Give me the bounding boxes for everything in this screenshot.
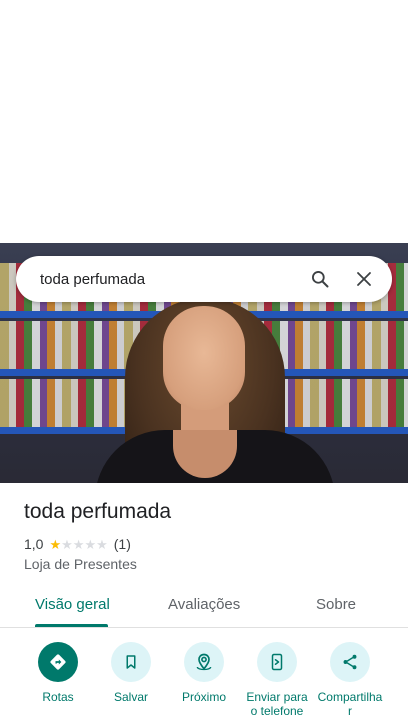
active-tab-indicator <box>35 624 108 627</box>
search-icon[interactable] <box>300 259 340 299</box>
rating-row[interactable]: 1,0 ★ ★ ★ ★ ★ (1) <box>24 536 131 552</box>
nearby-icon <box>184 642 224 682</box>
directions-label: Rotas <box>42 690 74 704</box>
review-count[interactable]: (1) <box>114 536 131 552</box>
close-icon[interactable] <box>344 259 384 299</box>
save-button[interactable]: Salvar <box>91 642 171 704</box>
search-input[interactable]: toda perfumada <box>16 271 300 288</box>
person-in-photo <box>95 298 335 483</box>
place-title: toda perfumada <box>24 500 172 523</box>
bookmark-icon <box>111 642 151 682</box>
send-to-phone-icon <box>257 642 297 682</box>
directions-button[interactable]: Rotas <box>18 642 98 704</box>
place-tabs: Visão geral Avaliações Sobre <box>0 590 408 628</box>
save-label: Salvar <box>113 690 148 704</box>
star-icon: ★ <box>72 536 85 552</box>
send-to-phone-button[interactable]: Enviar para o telefone <box>237 642 317 718</box>
star-icon: ★ <box>96 536 108 552</box>
directions-icon <box>38 642 78 682</box>
rating-value: 1,0 <box>24 536 44 552</box>
star-icon: ★ <box>84 536 97 552</box>
tab-about[interactable]: Sobre <box>316 596 356 613</box>
map-area-blank <box>0 0 408 243</box>
star-icon: ★ <box>49 536 62 552</box>
rating-stars: ★ ★ ★ ★ ★ <box>49 538 107 551</box>
place-category: Loja de Presentes <box>24 556 137 572</box>
star-icon: ★ <box>61 536 73 552</box>
share-icon <box>330 642 370 682</box>
tab-reviews[interactable]: Avaliações <box>168 596 240 613</box>
send-to-phone-label: Enviar para o telefone <box>246 690 308 718</box>
tab-overview[interactable]: Visão geral <box>35 596 110 613</box>
action-bar: Rotas Salvar Próximo Enviar para o telef… <box>0 642 408 726</box>
nearby-label: Próximo <box>181 690 226 704</box>
nearby-button[interactable]: Próximo <box>164 642 244 704</box>
share-button[interactable]: Compartilhar <box>310 642 390 718</box>
search-bar[interactable]: toda perfumada <box>16 256 392 302</box>
share-label: Compartilhar <box>317 690 383 718</box>
